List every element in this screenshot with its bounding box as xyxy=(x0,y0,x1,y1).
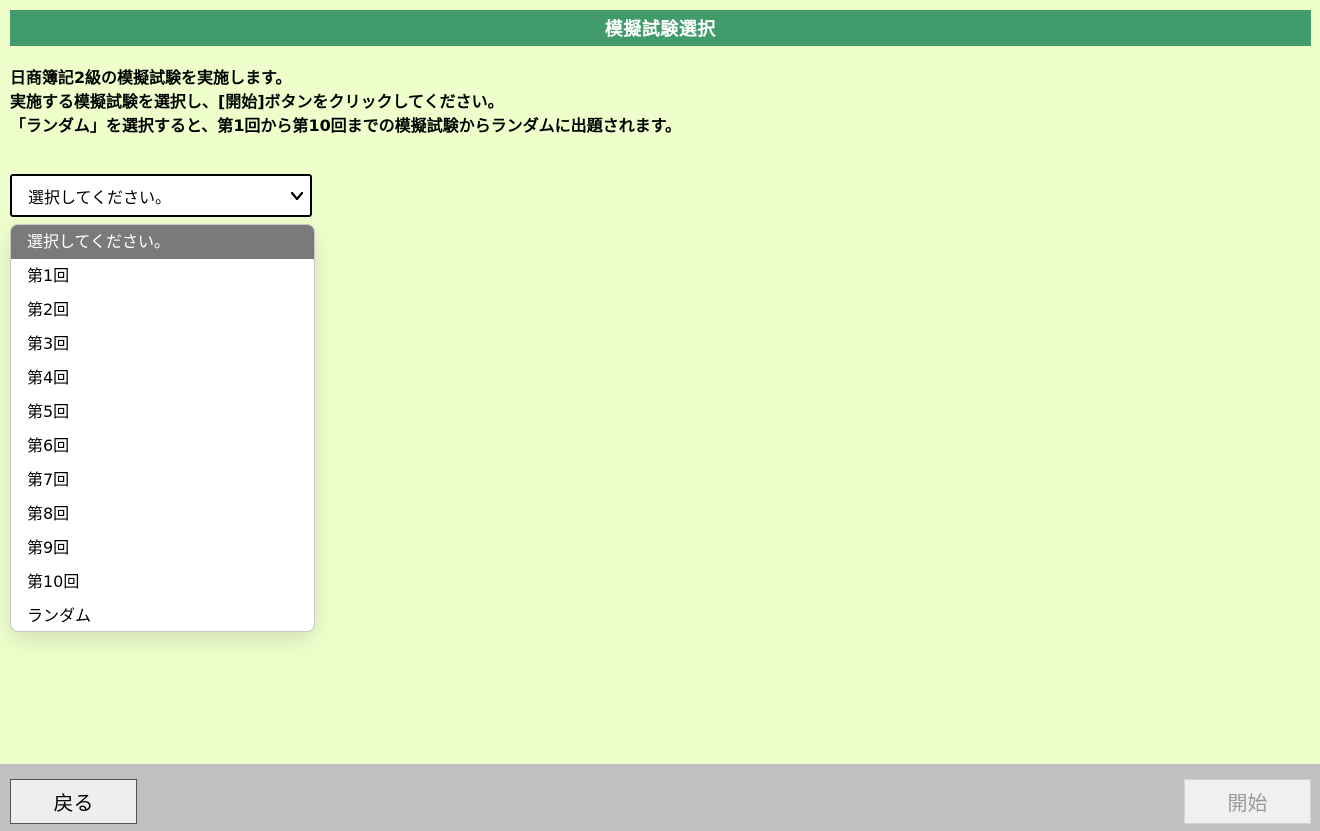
instruction-line-1: 日商簿記2級の模擬試験を実施します。 xyxy=(10,68,292,87)
exam-select[interactable]: 選択してください。 xyxy=(10,174,312,217)
exam-option-5[interactable]: 第5回 xyxy=(11,395,314,429)
exam-option-1[interactable]: 第1回 xyxy=(11,259,314,293)
exam-select-value: 選択してください。 xyxy=(28,187,172,207)
instruction-line-2: 実施する模擬試験を選択し、[開始]ボタンをクリックしてください。 xyxy=(10,92,504,111)
page-title: 模擬試験選択 xyxy=(605,19,716,40)
exam-option-10[interactable]: 第10回 xyxy=(11,565,314,599)
page-header: 模擬試験選択 xyxy=(10,10,1311,46)
instruction-line-3: 「ランダム」を選択すると、第1回から第10回までの模擬試験からランダムに出題され… xyxy=(10,116,682,135)
exam-option-random[interactable]: ランダム xyxy=(11,599,314,631)
instructions: 日商簿記2級の模擬試験を実施します。 実施する模擬試験を選択し、[開始]ボタンを… xyxy=(10,66,681,138)
start-button[interactable]: 開始 xyxy=(1184,779,1311,824)
exam-option-8[interactable]: 第8回 xyxy=(11,497,314,531)
exam-option-4[interactable]: 第4回 xyxy=(11,361,314,395)
footer-bar: 戻る 開始 xyxy=(0,764,1320,831)
exam-select-dropdown: 選択してください。 第1回 第2回 第3回 第4回 第5回 第6回 第7回 第8… xyxy=(10,224,315,632)
chevron-down-icon xyxy=(290,191,304,201)
exam-option-3[interactable]: 第3回 xyxy=(11,327,314,361)
exam-option-6[interactable]: 第6回 xyxy=(11,429,314,463)
exam-option-placeholder[interactable]: 選択してください。 xyxy=(11,225,314,259)
exam-option-2[interactable]: 第2回 xyxy=(11,293,314,327)
exam-option-7[interactable]: 第7回 xyxy=(11,463,314,497)
back-button[interactable]: 戻る xyxy=(10,779,137,824)
exam-option-9[interactable]: 第9回 xyxy=(11,531,314,565)
